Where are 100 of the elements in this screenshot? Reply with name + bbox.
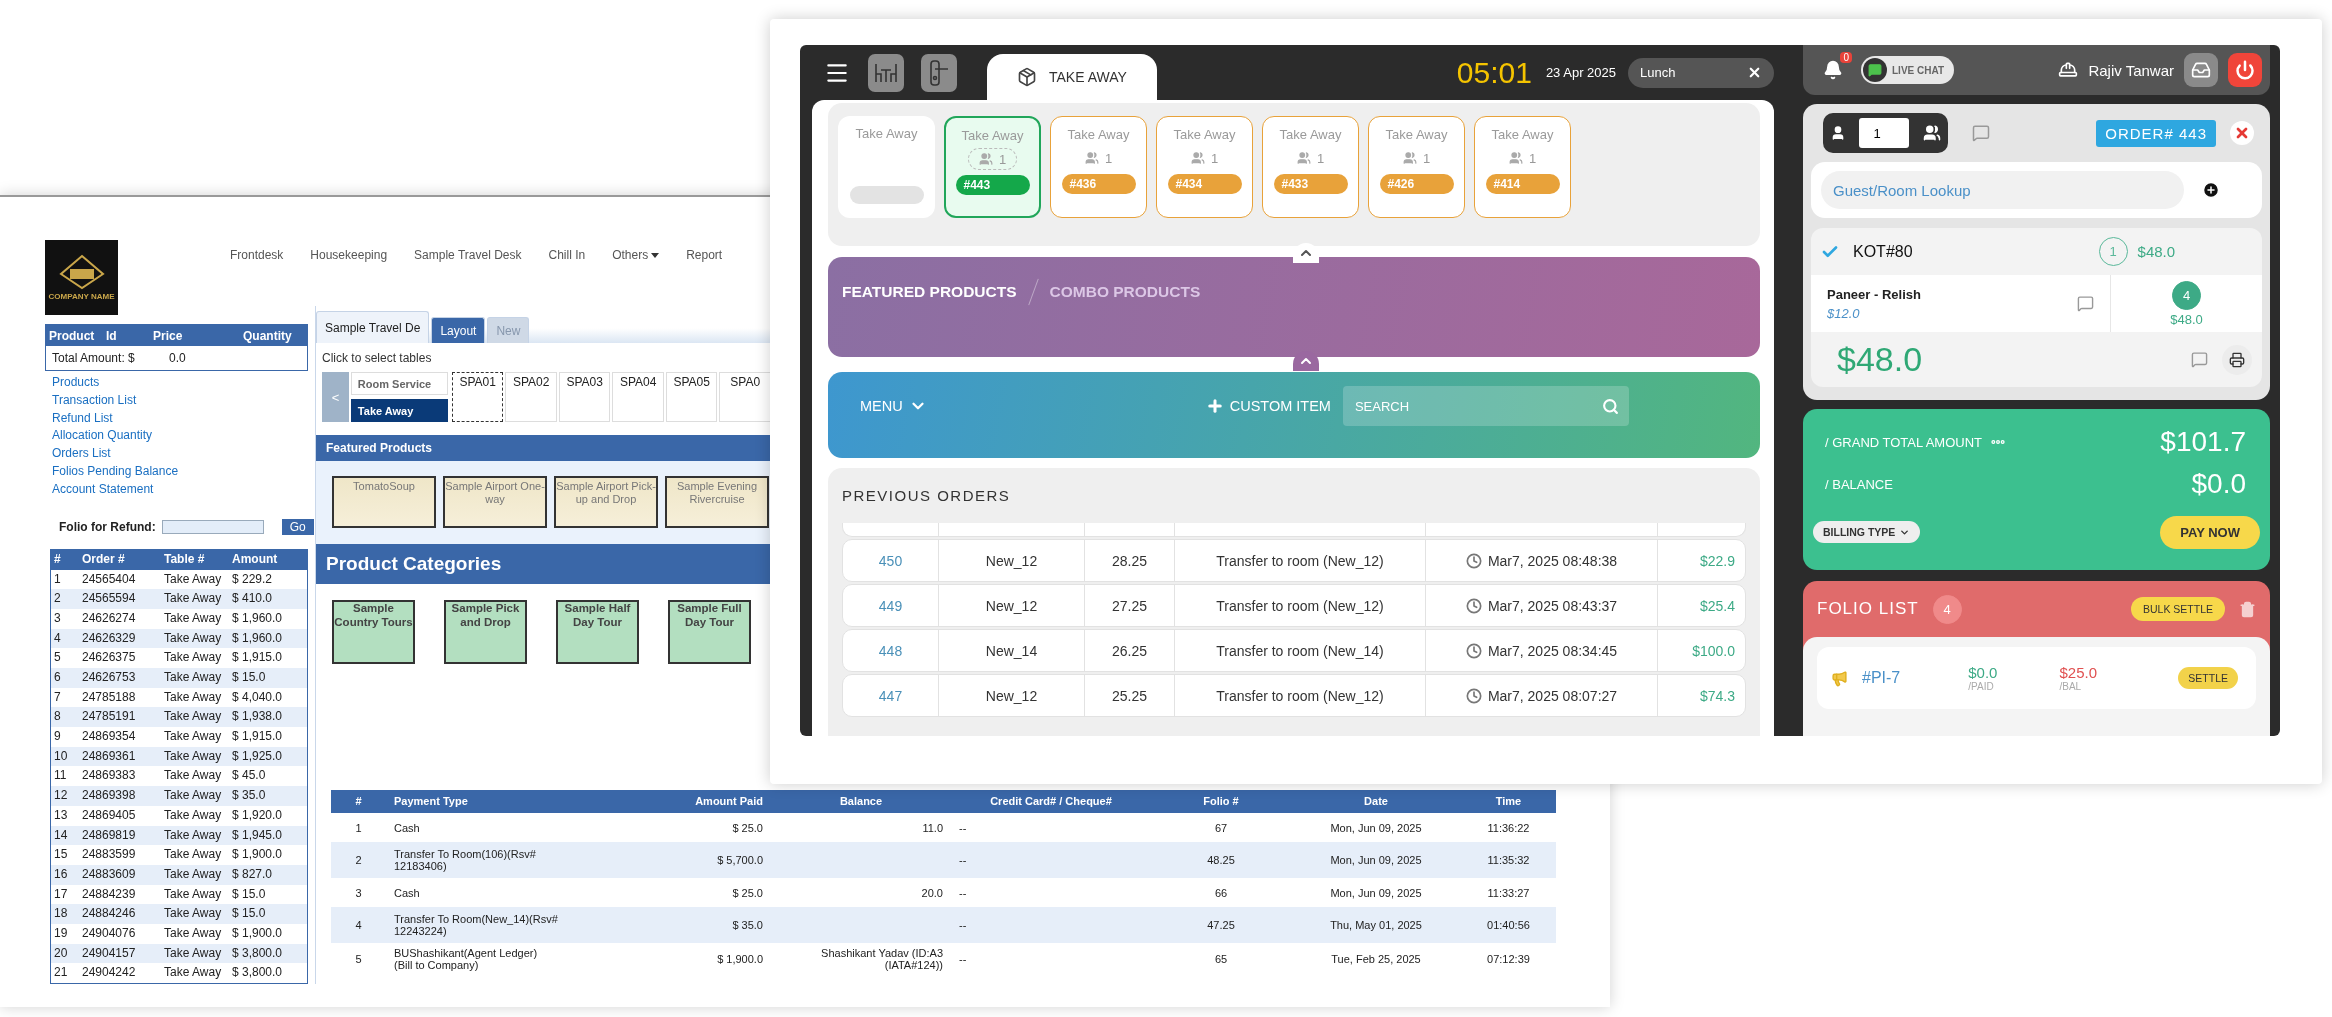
nav-link[interactable]: Others	[612, 247, 660, 263]
category-tile[interactable]: Sample Country Tours	[332, 600, 415, 664]
table-tile[interactable]: SPA01	[451, 372, 504, 422]
tab[interactable]: Layout	[431, 317, 486, 343]
session-label: Lunch	[1640, 65, 1676, 80]
column-header: #	[51, 548, 79, 570]
balance-amount: $0.0	[2191, 468, 2246, 500]
table-cell: Take Away	[161, 628, 229, 649]
logo-caption: COMPANY NAME	[48, 292, 115, 301]
nav-link[interactable]: Housekeeping	[310, 247, 388, 263]
category-tile[interactable]: Sample Full Day Tour	[668, 600, 751, 664]
nav-link[interactable]: Report	[686, 247, 723, 263]
notification-count: 0	[1840, 52, 1852, 63]
live-chat-button[interactable]: LIVE CHAT	[1861, 56, 1955, 84]
column-header: Amount	[229, 548, 307, 570]
guest-count: 1	[1422, 150, 1431, 166]
table-cell-text: --	[958, 885, 968, 901]
bulk-settle-button[interactable]: BULK SETTLE	[2130, 597, 2225, 621]
product-tile[interactable]: Sample Evening Rivercruise	[665, 476, 769, 528]
guest-lookup-field[interactable]: Guest/Room Lookup	[1821, 171, 2184, 209]
table-cell-text: Mon, Jun 09, 2025	[1329, 820, 1423, 836]
table-cell-text: 2	[354, 853, 363, 868]
table-cell-text: 47.25	[1206, 918, 1236, 933]
folio-card[interactable]: #PI-7 $0.0 /PAID $25.0 /BAL SETTLE	[1817, 647, 2256, 709]
sidebar-link[interactable]: Refund List	[52, 409, 113, 428]
column-header: Quantity	[243, 328, 293, 343]
column-header: Payment Type	[386, 790, 636, 813]
table-cell: 2	[51, 589, 79, 609]
search-field[interactable]: SEARCH	[1342, 386, 1629, 426]
tab[interactable]: Sample Travel De	[316, 311, 430, 343]
settle-button[interactable]: SETTLE	[2178, 667, 2238, 689]
table-cell: Take Away	[161, 864, 229, 885]
order-row[interactable]: 449 New_12 27.25 Transfer to room (New_12) Mar7, 2025 08:43:37 $25.4	[842, 584, 1746, 627]
table-label: Take Away	[855, 126, 918, 141]
sidebar-link[interactable]: Folios Pending Balance	[52, 463, 179, 481]
table-label: Take Away	[1173, 127, 1236, 142]
menu-dropdown[interactable]: MENU	[860, 386, 927, 426]
table-card[interactable]: Take Away 1 #443	[944, 116, 1041, 218]
table-cell-text: Transfer To Room(New_14)(Rsv# 12243224)	[393, 912, 559, 939]
order-row[interactable]: 450 New_12 28.25 Transfer to room (New_12) Mar7, 2025 08:48:38 $22.9	[842, 539, 1746, 582]
order-amount: $22.9	[1698, 551, 1736, 571]
table-label: Take Away	[1385, 127, 1448, 142]
table-cell-text: 07:12:39	[1486, 952, 1531, 967]
column-header: Balance	[771, 790, 951, 813]
sidebar-link[interactable]: Transaction List	[52, 391, 137, 410]
product-tab[interactable]: FEATURED PRODUCTS	[842, 283, 1017, 301]
product-tile[interactable]: Sample Airport One-way	[443, 476, 547, 528]
table-cell-text: BUShashikant(Agent Ledger) (Bill to Company)	[393, 946, 539, 973]
quantity-badge: 4	[2172, 280, 2201, 310]
nav-link[interactable]: Frontdesk	[230, 247, 284, 263]
order-number-badge: #414	[1485, 174, 1560, 194]
hint-text: Click to select tables	[322, 351, 433, 365]
column-header: Amount Paid	[636, 790, 771, 813]
table-cell-text: 3	[354, 885, 363, 901]
balance-label: /BAL	[2059, 681, 2083, 692]
table-label: Take Away	[1491, 127, 1554, 142]
category-tile[interactable]: Sample Pick and Drop	[444, 600, 527, 664]
order-row[interactable]: 447 New_12 25.25 Transfer to room (New_12) Mar7, 2025 08:07:27 $74.3	[842, 674, 1746, 717]
table-tile[interactable]: SPA02	[505, 372, 557, 422]
product-tile[interactable]: TomatoSoup	[332, 476, 436, 528]
nav-link[interactable]: Sample Travel Desk	[414, 247, 522, 263]
order-row[interactable]: 448 New_14 26.25 Transfer to room (New_14) Mar7, 2025 08:34:45 $100.0	[842, 629, 1746, 672]
order-number-link[interactable]: 450	[843, 540, 939, 581]
order-number-link[interactable]: 447	[843, 675, 939, 716]
guest-count: 1	[1104, 150, 1113, 166]
table-tile[interactable]: SPA05	[665, 372, 718, 422]
search-input[interactable]: SEARCH	[1352, 397, 1602, 415]
column-header: Price	[153, 328, 184, 343]
column-header: Table #	[161, 548, 229, 570]
order-number-link[interactable]: 448	[843, 630, 939, 671]
order-number-link[interactable]: 449	[843, 585, 939, 626]
table-cell: 25.25	[1085, 675, 1175, 716]
table-cell: Transfer to room (New_12)	[1175, 585, 1426, 626]
table-tile[interactable]: SPA03	[558, 372, 611, 422]
table-cell-text: 01:40:56	[1486, 918, 1531, 933]
sidebar-link[interactable]: Orders List	[52, 445, 111, 463]
guest-counter[interactable]: 1	[1823, 113, 1948, 153]
table-cell-text: 11:36:22	[1486, 820, 1531, 836]
order-amount: $100.0	[1691, 641, 1736, 661]
category-tile[interactable]: Sample Half Day Tour	[556, 600, 639, 664]
sidebar-link[interactable]: Account Statement	[52, 480, 154, 499]
product-tile[interactable]: Sample Airport Pick-up and Drop	[554, 476, 658, 528]
table-cell-text: 65	[1213, 952, 1229, 967]
clock-text: 05:01	[1456, 55, 1532, 90]
guest-count-field[interactable]: 1	[1859, 118, 1910, 148]
area-button[interactable]: Room Service	[350, 372, 448, 395]
take-away-tab[interactable]: TAKE AWAY	[987, 54, 1157, 100]
sidebar-link[interactable]: Allocation Quantity	[52, 427, 153, 446]
nav-link[interactable]: Chill In	[548, 247, 586, 263]
session-selector[interactable]: Lunch	[1628, 57, 1774, 88]
billing-type-dropdown[interactable]: BILLING TYPE	[1813, 521, 1921, 543]
table-cell-text: 1	[354, 820, 363, 836]
table-tile[interactable]: SPA0	[719, 372, 771, 422]
table-cell-text: Mon, Jun 09, 2025	[1329, 885, 1423, 901]
pay-now-button[interactable]: PAY NOW	[2160, 515, 2260, 549]
section-header: Product Categories	[316, 544, 771, 584]
area-button[interactable]: Take Away	[350, 399, 448, 422]
table-tile[interactable]: SPA04	[612, 372, 664, 422]
sidebar-link[interactable]: Products	[52, 374, 100, 392]
go-button[interactable]: Go	[281, 518, 314, 535]
